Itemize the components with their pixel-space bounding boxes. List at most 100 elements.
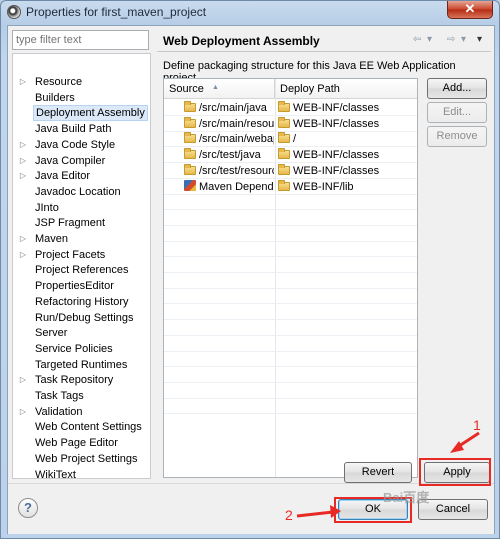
tree-item-label: WikiText	[35, 468, 76, 479]
tree-item[interactable]: Web Content Settings	[13, 419, 150, 435]
expand-arrow-icon[interactable]: ▷	[18, 372, 28, 388]
tree-item[interactable]: ▷ Java Code Style	[13, 137, 150, 153]
assembly-table: Source ▲ Deploy Path /src/main/java WEB-I…	[163, 78, 418, 478]
folder-icon	[278, 101, 290, 112]
source-path: Maven Dependencies	[199, 180, 274, 193]
tree-item-label: Javadoc Location	[35, 185, 121, 198]
tree-item-label: Task Tags	[35, 390, 84, 402]
tree-item[interactable]: Java Build Path	[13, 121, 150, 137]
expand-arrow-icon[interactable]: ▷	[18, 168, 28, 184]
tree-item-label: Maven	[35, 233, 69, 245]
tree-item-label: Java Build Path	[35, 123, 112, 136]
folder-icon	[184, 148, 196, 160]
column-header-deploy-path[interactable]: Deploy Path	[275, 79, 417, 99]
table-row	[164, 320, 417, 336]
tree-item-label: Resource	[35, 76, 83, 88]
source-cell: /src/main/resources	[184, 116, 274, 132]
tree-item[interactable]: ▷ Maven	[13, 231, 150, 247]
folder-icon	[184, 163, 196, 175]
tree-item[interactable]: Task Tags	[13, 388, 150, 404]
source-path: /src/test/resources	[199, 164, 274, 177]
source-path: /src/main/webapp	[199, 133, 274, 146]
tree-item[interactable]: Server	[13, 325, 150, 341]
table-row[interactable]: /src/main/webapp /	[164, 131, 417, 148]
tree-item[interactable]: Web Project Settings	[13, 451, 150, 467]
tree-item[interactable]: Targeted Runtimes	[13, 357, 150, 373]
tree-item-label: Run/Debug Settings	[35, 311, 134, 324]
step-2-label: 2	[285, 507, 293, 523]
tree-item[interactable]: Project References	[13, 262, 150, 278]
step-1-label: 1	[473, 417, 481, 433]
edit-button[interactable]: Edit...	[427, 102, 487, 123]
tree-item-label: Java Editor	[35, 170, 91, 183]
table-row[interactable]: Maven Dependencies WEB-INF/lib	[164, 179, 417, 195]
table-row[interactable]: /src/main/resources WEB-INF/classes	[164, 116, 417, 132]
folder-icon	[278, 163, 290, 175]
tree-item[interactable]: ▷ Validation	[13, 404, 150, 420]
expand-arrow-icon[interactable]: ▷	[18, 153, 28, 169]
tree-item[interactable]: Javadoc Location	[13, 184, 150, 200]
table-row[interactable]: /src/main/java WEB-INF/classes	[164, 100, 417, 116]
tree-item-label: Java Code Style	[35, 138, 116, 151]
tree-item[interactable]: Refactoring History	[13, 294, 150, 310]
table-row	[164, 383, 417, 399]
back-arrow-icon[interactable]: ⇦	[413, 34, 421, 45]
table-row	[164, 336, 417, 352]
deploy-path-cell: WEB-INF/lib	[278, 179, 416, 195]
expand-arrow-icon[interactable]: ▷	[18, 404, 28, 420]
page-header: Web Deployment Assembly ⇦ ▾ ⇨ ▾ ▾	[157, 30, 491, 52]
table-row[interactable]: /src/test/java WEB-INF/classes	[164, 147, 417, 164]
tree-item-label: Project References	[35, 264, 129, 277]
tree-item[interactable]: Service Policies	[13, 341, 150, 357]
tree-item[interactable]: Deployment Assembly	[13, 105, 150, 122]
forward-menu-icon[interactable]: ▾	[461, 34, 466, 45]
tree-item-label: Web Page Editor	[35, 437, 118, 450]
expand-arrow-icon[interactable]: ▷	[18, 231, 28, 247]
back-menu-icon[interactable]: ▾	[427, 34, 432, 45]
source-cell: /src/main/java	[184, 100, 274, 116]
expand-arrow-icon[interactable]: ▷	[18, 247, 28, 263]
tree-item-label: Task Repository	[35, 374, 114, 387]
tree-item-label: Java Compiler	[35, 154, 106, 167]
tree-item[interactable]: JSP Fragment	[13, 215, 150, 231]
title-bar: Properties for first_maven_project ✕	[1, 1, 499, 23]
help-icon[interactable]: ?	[18, 498, 38, 518]
tree-item[interactable]: JInto	[13, 200, 150, 216]
tree-item[interactable]: PropertiesEditor	[13, 278, 150, 294]
forward-arrow-icon[interactable]: ⇨	[447, 34, 455, 45]
expand-arrow-icon[interactable]: ▷	[18, 74, 28, 90]
table-row[interactable]: /src/test/resources WEB-INF/classes	[164, 163, 417, 179]
revert-button[interactable]: Revert	[344, 462, 412, 483]
tree-item[interactable]: ▷ Task Repository	[13, 372, 150, 388]
eclipse-app-icon	[7, 5, 21, 19]
deploy-path-cell: WEB-INF/classes	[278, 147, 416, 163]
deployment-assembly-page: Define packaging structure for this Java…	[157, 56, 491, 479]
tree-item-label: JSP Fragment	[35, 217, 106, 230]
remove-button[interactable]: Remove	[427, 126, 487, 147]
close-button[interactable]: ✕	[447, 1, 493, 19]
deploy-path-cell: WEB-INF/classes	[278, 163, 416, 179]
table-row	[164, 304, 417, 321]
expand-arrow-icon[interactable]: ▷	[18, 137, 28, 153]
sort-ascending-icon: ▲	[212, 84, 219, 91]
folder-icon	[278, 132, 290, 144]
tree-item[interactable]: ▷ Project Facets	[13, 247, 150, 263]
tree-item[interactable]: ▷ Java Editor	[13, 168, 150, 184]
filter-input[interactable]	[12, 30, 149, 50]
tree-item[interactable]: WikiText	[13, 467, 150, 479]
tree-item[interactable]: ▷ Java Compiler	[13, 153, 150, 169]
column-header-source[interactable]: Source ▲	[164, 79, 275, 99]
tree-item[interactable]: Run/Debug Settings	[13, 310, 150, 326]
table-row	[164, 288, 417, 305]
tree-item[interactable]: Builders	[13, 90, 150, 106]
apply-highlight-box	[419, 458, 491, 486]
add-button[interactable]: Add...	[427, 78, 487, 99]
tree-item[interactable]: ▷ Resource	[13, 74, 150, 90]
view-menu-icon[interactable]: ▾	[477, 34, 482, 45]
deploy-path: WEB-INF/classes	[293, 164, 380, 177]
deploy-path-cell: /	[278, 131, 416, 147]
table-row	[164, 273, 417, 289]
deploy-path: WEB-INF/classes	[293, 149, 380, 162]
tree-item[interactable]: Web Page Editor	[13, 435, 150, 451]
table-row	[164, 241, 417, 258]
